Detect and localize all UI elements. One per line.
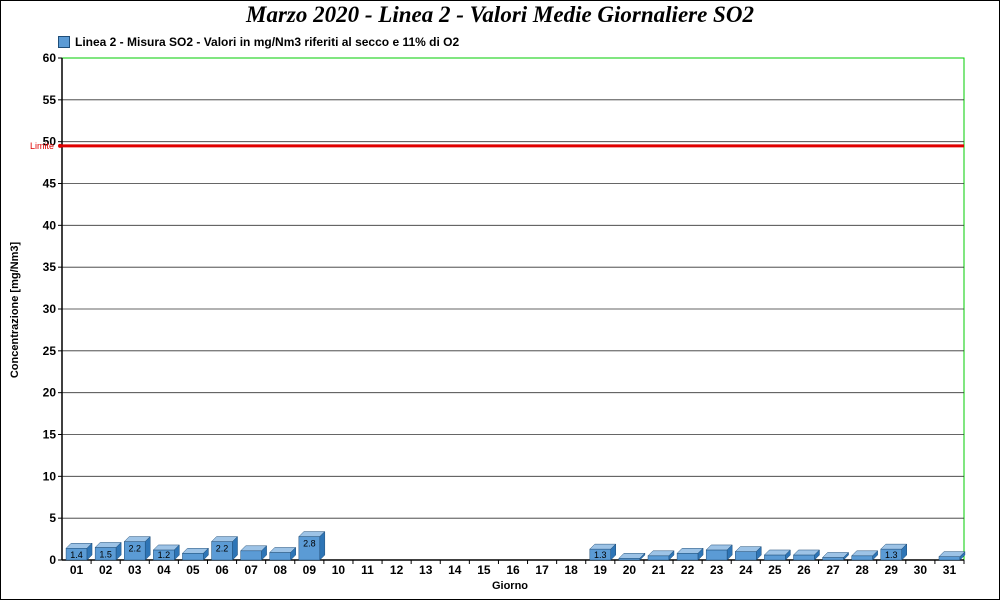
bar-front: [676, 553, 699, 561]
bar-front: [182, 553, 204, 561]
bar-front: [764, 554, 786, 561]
bar: [181, 547, 210, 561]
bar-front: [647, 555, 670, 561]
x-tick-label: 26: [797, 563, 811, 577]
x-tick-label: 07: [244, 563, 258, 577]
x-tick-label: 11: [361, 563, 374, 577]
bar-value-label: 2.2: [128, 544, 141, 554]
bar-front: [240, 550, 262, 561]
y-tick-label: 30: [43, 302, 57, 316]
bar: [792, 549, 821, 561]
x-tick-label: 03: [128, 563, 142, 577]
chart-plot: 051015202530354045505560 1.4 1.52.21.22.2…: [9, 51, 966, 592]
x-tick-label: 22: [681, 563, 695, 577]
bar-value-label: 2.2: [216, 544, 229, 554]
x-tick-label: 04: [157, 563, 171, 577]
bar: 1.5: [94, 541, 122, 561]
bar: [851, 550, 879, 561]
x-tick-label: 31: [943, 563, 957, 577]
x-tick-label: 01: [70, 563, 84, 577]
bar: 1.2: [152, 544, 180, 561]
x-tick-label: 20: [623, 563, 637, 577]
bar: [938, 551, 966, 561]
x-tick-label: 06: [215, 563, 229, 577]
x-tick-label: 13: [419, 563, 433, 577]
bar: [734, 546, 762, 561]
x-tick-label: 05: [186, 563, 200, 577]
y-axis-label: Concentrazione [mg/Nm3]: [9, 242, 21, 379]
y-tick-label: 25: [43, 344, 57, 358]
y-tick-label: 35: [43, 260, 57, 274]
x-tick-label: 02: [99, 563, 113, 577]
x-tick-label: 28: [855, 563, 869, 577]
x-tick-label: 21: [652, 563, 666, 577]
x-tick-label: 16: [506, 563, 520, 577]
bar: 2.2: [210, 535, 239, 561]
x-tick-label: 15: [477, 563, 491, 577]
bar-value-label: 1.2: [158, 550, 171, 560]
y-tick-label: 20: [43, 386, 57, 400]
y-tick-label: 40: [43, 218, 57, 232]
bar: 2.8: [298, 530, 326, 561]
bar-side: [319, 530, 326, 561]
bar: 2.2: [123, 535, 151, 561]
x-tick-label: 19: [594, 563, 608, 577]
bar: [676, 547, 704, 561]
x-tick-label: 18: [565, 563, 579, 577]
x-tick-label: 14: [448, 563, 462, 577]
x-tick-label: 29: [885, 563, 899, 577]
x-tick-label: 25: [768, 563, 782, 577]
x-tick-label: 23: [710, 563, 724, 577]
bar-front: [269, 552, 291, 561]
x-tick-label: 09: [303, 563, 317, 577]
x-tick-label: 17: [535, 563, 549, 577]
y-tick-label: 60: [43, 51, 57, 65]
bar-value-label: 2.8: [303, 539, 316, 549]
x-tick-label: 27: [826, 563, 840, 577]
y-tick-label: 10: [43, 469, 57, 483]
y-tick-label: 5: [49, 511, 56, 525]
bar-front: [851, 555, 873, 561]
bar: [618, 552, 646, 561]
bar: 1.3: [589, 543, 617, 561]
y-tick-label: 0: [49, 553, 56, 567]
x-axis-ticks: 01 02 03 04 05 06 07 08 09 10 11 12 13 14 15 16 17 18 19 20…: [70, 560, 965, 577]
bar: 1.4: [65, 542, 93, 561]
x-tick-label: 30: [914, 563, 928, 577]
bar-value-label: 1.4: [70, 550, 83, 560]
bar-front: [938, 556, 961, 561]
y-tick-label: 15: [43, 428, 57, 442]
bar-front: [822, 557, 844, 561]
bar-value-label: 1.3: [885, 550, 898, 560]
bar-front: [705, 549, 728, 561]
bar-front: [793, 554, 815, 561]
y-tick-label: 55: [43, 93, 57, 107]
x-tick-label: 12: [390, 563, 404, 577]
limit-marker: [58, 143, 62, 148]
bar: [763, 549, 791, 561]
y-tick-label: 45: [43, 177, 57, 191]
bar-value-label: 1.3: [594, 550, 607, 560]
bar: [240, 545, 268, 561]
bar: [269, 546, 297, 561]
x-axis-label: Giorno: [492, 580, 528, 592]
bar: [647, 550, 675, 561]
x-tick-label: 08: [274, 563, 288, 577]
bar-value-label: 1.5: [99, 549, 112, 559]
bar: [821, 551, 850, 561]
x-tick-label: 24: [739, 563, 753, 577]
bar: 1.3: [880, 543, 908, 561]
bar-front: [735, 551, 757, 561]
bar-front: [618, 558, 641, 561]
limit-label: Limite: [30, 141, 54, 151]
x-tick-label: 10: [332, 563, 346, 577]
bar: [705, 544, 733, 561]
